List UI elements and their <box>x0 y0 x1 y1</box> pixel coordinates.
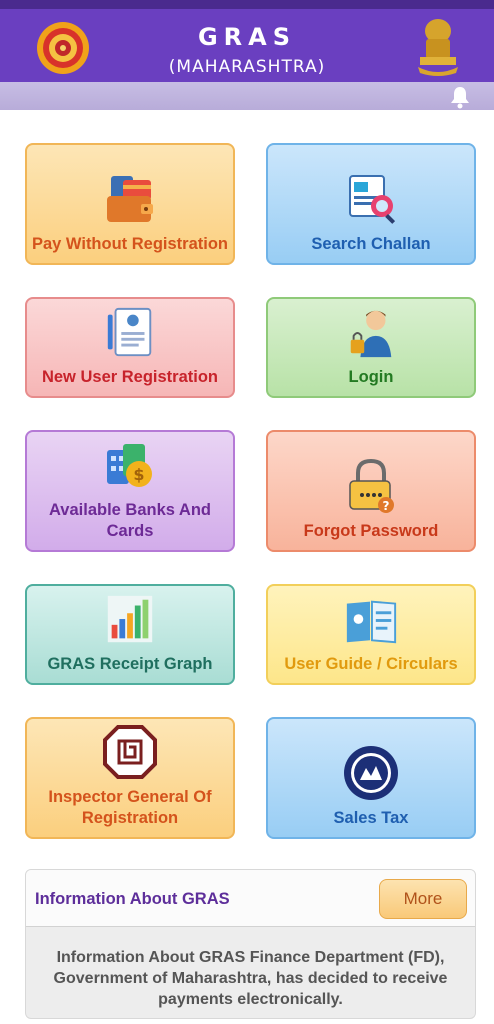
info-header: Information About GRAS More <box>26 870 475 927</box>
tile-label: Inspector General Of Registration <box>48 788 212 827</box>
user-lock-icon <box>350 310 392 358</box>
pay-without-registration-tile[interactable]: Pay Without Registration <box>25 143 235 265</box>
tile-label: Available Banks And Cards <box>49 501 211 540</box>
tile-label: Sales Tax <box>333 809 409 827</box>
sales-tax-tile[interactable]: Sales Tax <box>266 717 476 839</box>
tile-label: Search Challan <box>311 235 431 253</box>
padlock-question-icon: ? <box>349 458 394 513</box>
info-title: Information About GRAS <box>35 890 230 908</box>
bar-chart-icon <box>107 595 153 643</box>
tile-label: Pay Without Registration <box>31 235 229 253</box>
new-user-registration-tile[interactable]: New User Registration <box>25 297 235 398</box>
tile-label: Login <box>348 368 394 386</box>
sales-tax-seal-icon <box>344 746 398 800</box>
forgot-password-tile[interactable]: ? Forgot Password <box>266 430 476 552</box>
user-guide-circulars-tile[interactable]: User Guide / Circulars <box>266 584 476 685</box>
registration-form-icon <box>107 307 152 357</box>
wallet-card-icon <box>107 176 153 222</box>
login-tile[interactable]: Login <box>266 297 476 398</box>
info-body-text: Information About GRAS Finance Departmen… <box>53 949 448 1008</box>
info-panel: Information About GRAS More Information … <box>25 869 476 1019</box>
more-button[interactable]: More <box>379 879 467 919</box>
search-challan-tile[interactable]: Search Challan <box>266 143 476 265</box>
gras-receipt-graph-tile[interactable]: GRAS Receipt Graph <box>25 584 235 685</box>
bell-icon[interactable] <box>448 85 472 109</box>
guide-book-icon <box>346 600 397 644</box>
tile-label: New User Registration <box>41 368 219 386</box>
igr-logo-icon <box>103 725 157 779</box>
tile-label: User Guide / Circulars <box>284 655 458 673</box>
notification-bar <box>0 82 494 110</box>
tile-label: GRAS Receipt Graph <box>47 655 213 673</box>
svg-text:?: ? <box>383 499 390 513</box>
india-emblem-icon <box>418 19 458 76</box>
inspector-general-tile[interactable]: Inspector General Of Registration <box>25 717 235 839</box>
svg-text:$: $ <box>133 465 144 484</box>
tile-label: Forgot Password <box>303 522 439 540</box>
available-banks-tile[interactable]: $ Available Banks And Cards <box>25 430 235 552</box>
bank-coins-icon: $ <box>107 444 152 487</box>
app-header: GRAS (MAHARASHTRA) <box>0 9 494 82</box>
search-document-icon <box>349 175 396 224</box>
status-bar <box>0 0 494 9</box>
